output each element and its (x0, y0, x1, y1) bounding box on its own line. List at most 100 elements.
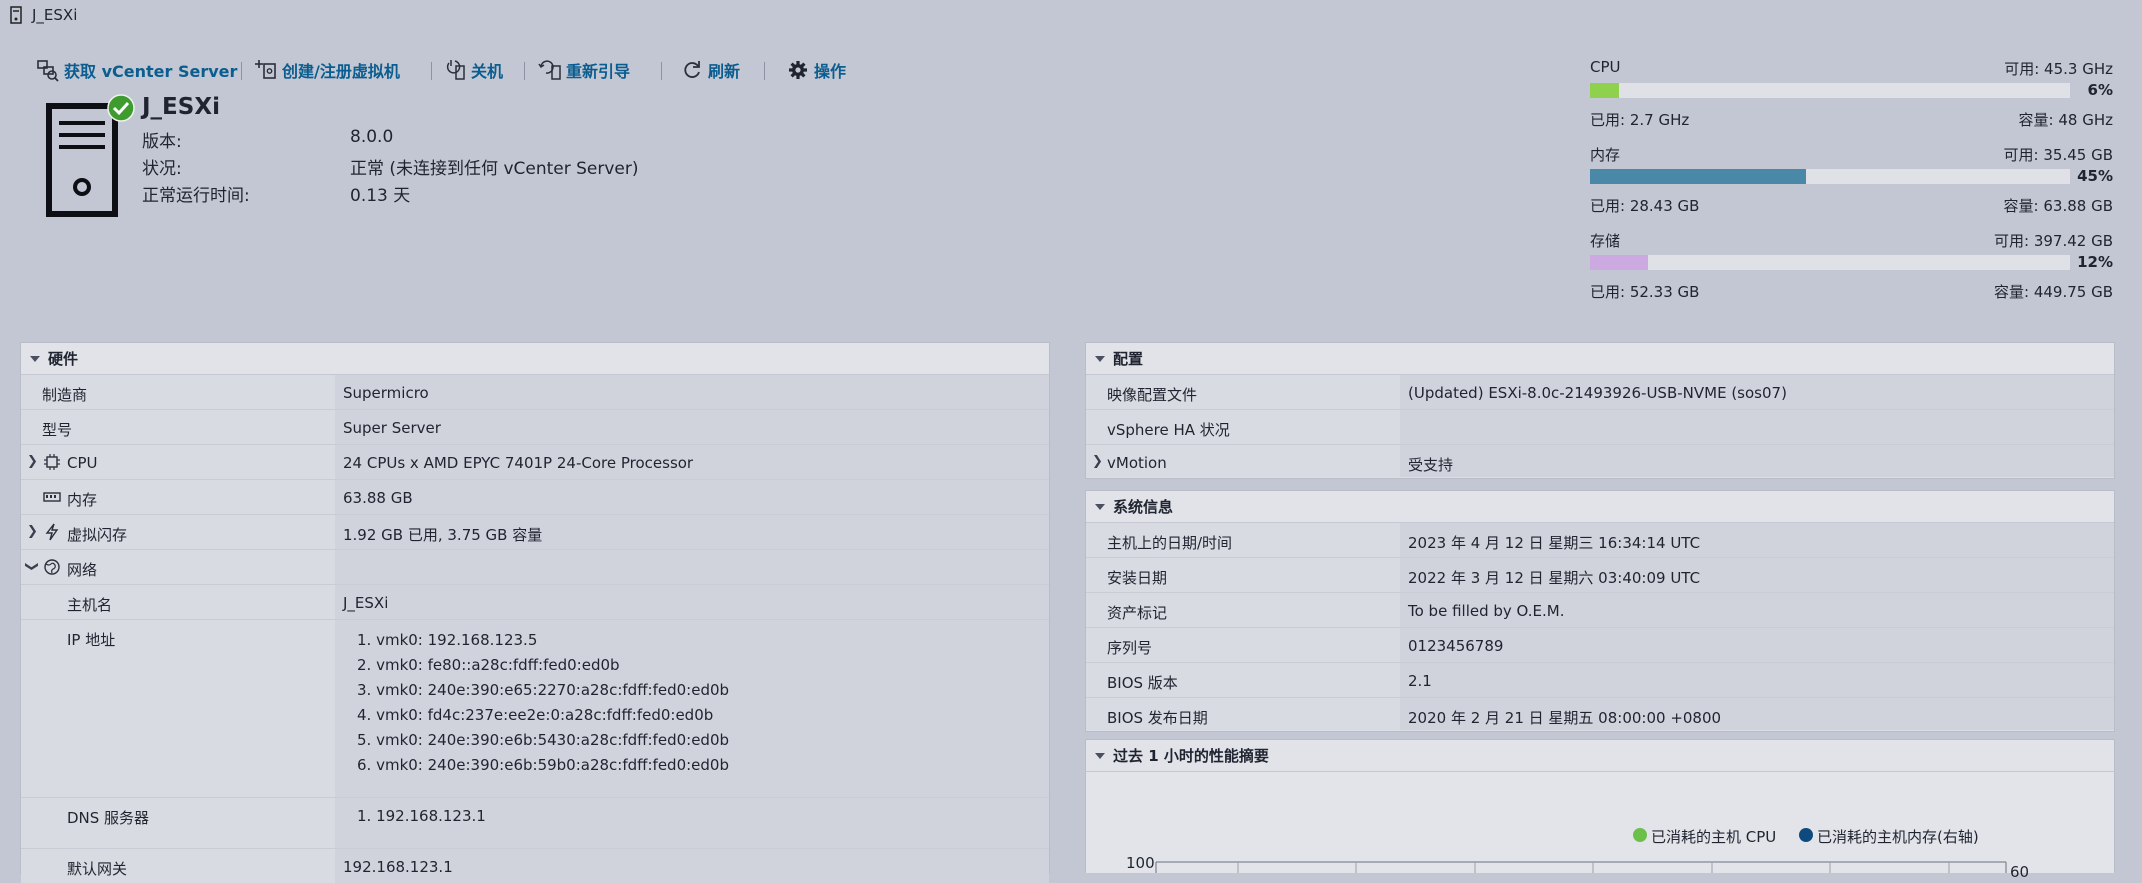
expand-chevron-icon[interactable]: ❯ (27, 524, 38, 539)
configuration-panel-header[interactable]: 配置 (1086, 343, 2114, 375)
asset-tag-value: To be filled by O.E.M. (1408, 602, 1565, 620)
storage-bar (1590, 255, 2070, 270)
cpu-chip-icon (44, 454, 60, 470)
title-bar: J_ESXi (0, 0, 2142, 30)
configuration-panel-title: 配置 (1113, 350, 1144, 368)
install-date-value: 2022 年 3 月 12 日 星期六 03:40:09 UTC (1408, 569, 1701, 587)
configuration-panel: 配置 映像配置文件 (Updated) ESXi-8.0c-21493926-U… (1085, 342, 2115, 479)
manufacturer-label: 制造商 (42, 386, 88, 404)
network-globe-icon (44, 559, 60, 575)
toolbar-divider (764, 62, 765, 80)
storage-bar-fill (1590, 255, 1648, 270)
performance-panel-header[interactable]: 过去 1 小时的性能摘要 (1086, 740, 2114, 772)
virtual-flash-value: 1.92 GB 已用, 3.75 GB 容量 (343, 526, 543, 544)
image-profile-label: 映像配置文件 (1107, 386, 1198, 404)
virtual-flash-label: 虚拟闪存 (67, 526, 128, 544)
toolbar-divider (241, 62, 242, 80)
state-label: 状况: (142, 159, 182, 179)
memory-percent: 45% (2077, 167, 2113, 185)
memory-module-icon (43, 492, 61, 502)
ip-address-item: 3. vmk0: 240e:390:e65:2270:a28c:fdff:fed… (357, 681, 730, 699)
refresh-button[interactable]: 刷新 (680, 57, 740, 83)
network-row[interactable]: ❯ 网络 (21, 550, 1049, 585)
virtual-flash-row[interactable]: ❯ 虚拟闪存 1.92 GB 已用, 3.75 GB 容量 (21, 515, 1049, 550)
dns-row: DNS 服务器 1. 192.168.123.1 (21, 798, 1049, 849)
bios-version-row: BIOS 版本 2.1 (1086, 663, 2114, 698)
asset-tag-label: 资产标记 (1107, 604, 1168, 622)
vsphere-ha-label: vSphere HA 状况 (1107, 421, 1230, 439)
system-info-panel-header[interactable]: 系统信息 (1086, 491, 2114, 523)
ip-address-item: 4. vmk0: fd4c:237e:ee2e:0:a28c:fdff:fed0… (357, 706, 714, 724)
memory-meter: 内存 可用: 35.45 GB 45% 已用: 28.43 GB 容量: 63.… (1590, 144, 2113, 228)
memory-free: 可用: 35.45 GB (2003, 146, 2113, 164)
performance-panel: 过去 1 小时的性能摘要 已消耗的主机 CPU 已消耗的主机内存(右轴) 100… (1085, 739, 2115, 881)
image-profile-row: 映像配置文件 (Updated) ESXi-8.0c-21493926-USB-… (1086, 375, 2114, 410)
shutdown-button[interactable]: 关机 (443, 57, 503, 83)
cpu-label: CPU (67, 454, 98, 472)
storage-free: 可用: 397.42 GB (1994, 232, 2113, 250)
vmotion-label: vMotion (1107, 454, 1167, 472)
refresh-icon (684, 61, 700, 78)
uptime-value: 0.13 天 (350, 186, 411, 206)
network-label: 网络 (67, 561, 98, 579)
gear-icon (789, 61, 807, 79)
version-label: 版本: (142, 132, 182, 152)
bios-version-value: 2.1 (1408, 672, 1432, 690)
hardware-panel: 硬件 制造商 Supermicro 型号 Super Server ❯ CPU … (20, 342, 1050, 883)
host-datetime-label: 主机上的日期/时间 (1107, 534, 1233, 552)
gateway-value: 192.168.123.1 (343, 858, 453, 876)
ip-address-item: 5. vmk0: 240e:390:e6b:5430:a28c:fdff:fed… (357, 731, 730, 749)
hostname-value: J_ESXi (343, 594, 389, 612)
bios-release-date-label: BIOS 发布日期 (1107, 709, 1208, 727)
model-value: Super Server (343, 419, 441, 437)
host-name: J_ESXi (142, 94, 220, 120)
create-register-vm-label: 创建/注册虚拟机 (282, 62, 400, 81)
get-vcenter-button[interactable]: 获取 vCenter Server (36, 57, 237, 83)
manufacturer-row: 制造商 Supermicro (21, 375, 1049, 410)
model-label: 型号 (42, 421, 73, 439)
chart-grid (1155, 861, 2007, 873)
ip-address-row: IP 地址 1. vmk0: 192.168.123.5 2. vmk0: fe… (21, 620, 1049, 798)
shutdown-label: 关机 (471, 62, 504, 81)
storage-percent: 12% (2077, 253, 2113, 271)
cpu-value: 24 CPUs x AMD EPYC 7401P 24-Core Process… (343, 454, 694, 472)
bios-release-date-row: BIOS 发布日期 2020 年 2 月 21 日 星期五 08:00:00 +… (1086, 698, 2114, 730)
host-datetime-row: 主机上的日期/时间 2023 年 4 月 12 日 星期三 16:34:14 U… (1086, 523, 2114, 558)
cpu-bar-fill (1590, 83, 1619, 98)
vmotion-value: 受支持 (1408, 456, 1454, 474)
toolbar-divider (431, 62, 432, 80)
storage-meter: 存储 可用: 397.42 GB 12% 已用: 52.33 GB 容量: 44… (1590, 230, 2113, 314)
cpu-row[interactable]: ❯ CPU 24 CPUs x AMD EPYC 7401P 24-Core P… (21, 445, 1049, 480)
image-profile-value: (Updated) ESXi-8.0c-21493926-USB-NVME (s… (1408, 384, 1787, 402)
hardware-panel-title: 硬件 (48, 350, 79, 368)
cpu-percent: 6% (2087, 81, 2113, 99)
hardware-panel-header[interactable]: 硬件 (21, 343, 1049, 375)
actions-button[interactable]: 操作 (786, 57, 846, 83)
uptime-label: 正常运行时间: (142, 186, 250, 206)
cpu-meter: CPU 可用: 45.3 GHz 6% 已用: 2.7 GHz 容量: 48 G… (1590, 58, 2113, 142)
collapse-chevron-icon[interactable]: ❯ (24, 561, 39, 572)
serial-number-value: 0123456789 (1408, 637, 1504, 655)
memory-value: 63.88 GB (343, 489, 413, 507)
vmotion-row[interactable]: ❯ vMotion 受支持 (1086, 445, 2114, 477)
collapse-icon (1095, 752, 1105, 759)
system-info-panel-title: 系统信息 (1113, 498, 1174, 516)
expand-chevron-icon[interactable]: ❯ (27, 454, 38, 469)
serial-number-label: 序列号 (1107, 639, 1153, 657)
create-register-vm-button[interactable]: 创建/注册虚拟机 (254, 57, 400, 83)
asset-tag-row: 资产标记 To be filled by O.E.M. (1086, 593, 2114, 628)
actions-label: 操作 (814, 62, 847, 81)
model-row: 型号 Super Server (21, 410, 1049, 445)
storage-meter-label: 存储 (1590, 232, 1621, 250)
cpu-meter-label: CPU (1590, 58, 1621, 76)
server-icon (10, 6, 22, 24)
storage-capacity: 容量: 449.75 GB (1994, 283, 2113, 301)
reboot-button[interactable]: 重新引导 (538, 57, 630, 83)
expand-chevron-icon[interactable]: ❯ (1092, 454, 1103, 469)
reboot-icon (538, 60, 561, 80)
ip-address-item: 2. vmk0: fe80::a28c:fdff:fed0:ed0b (357, 656, 620, 674)
collapse-icon (1095, 503, 1105, 510)
bios-version-label: BIOS 版本 (1107, 674, 1178, 692)
memory-bar (1590, 169, 2070, 184)
install-date-row: 安装日期 2022 年 3 月 12 日 星期六 03:40:09 UTC (1086, 558, 2114, 593)
